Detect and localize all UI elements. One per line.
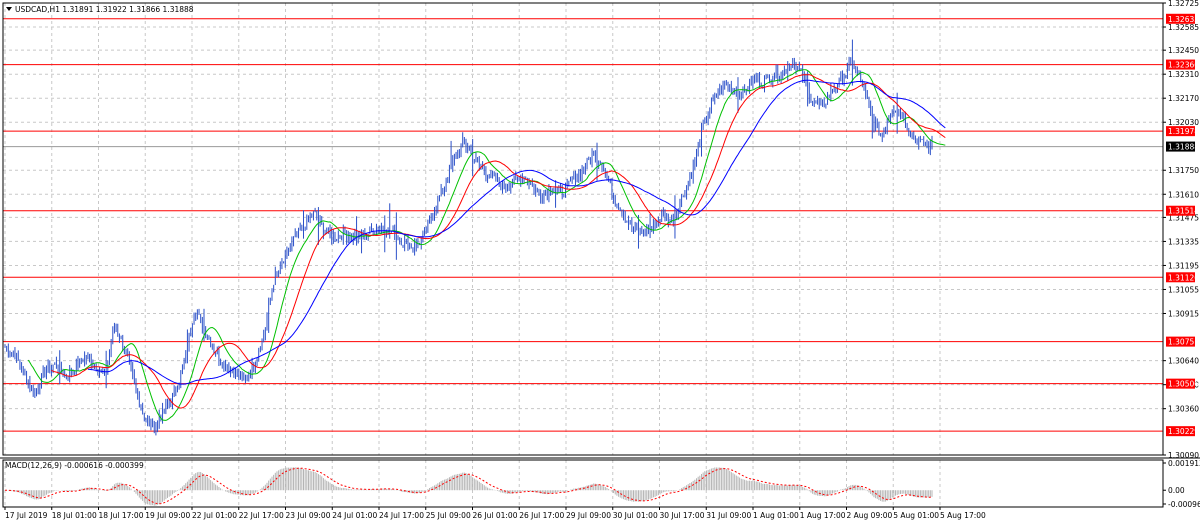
y-tick-label: 1.32310: [1168, 70, 1199, 79]
x-tick-label: 24 Jul 01:00: [332, 511, 377, 520]
macd-label: MACD(12,26,9) -0.000616 -0.000399: [5, 461, 144, 470]
y-tick-label: 1.31610: [1168, 190, 1199, 199]
y-tick-label: 1.31335: [1168, 237, 1199, 246]
level-label: 1.32366: [1168, 61, 1199, 70]
level-label: 1.31978: [1168, 127, 1199, 136]
symbol-ohlc-header: USDCAD,H1 1.31891 1.31922 1.31866 1.3188…: [15, 5, 194, 14]
level-label: 1.30506: [1168, 380, 1199, 389]
y-tick-label: 1.30915: [1168, 309, 1199, 318]
x-tick-label: 19 Jul 09:00: [145, 511, 190, 520]
y-tick-label: 1.32725: [1168, 0, 1199, 8]
y-tick-label: 1.32170: [1168, 94, 1199, 103]
x-tick-label: 18 Jul 01:00: [52, 511, 97, 520]
x-tick-label: 5 Aug 01:00: [893, 511, 939, 520]
x-tick-label: 26 Jul 01:00: [473, 511, 518, 520]
macd-y-tick-label: -0.000968: [1168, 500, 1200, 509]
x-tick-label: 1 Aug 01:00: [753, 511, 799, 520]
x-tick-label: 30 Jul 17:00: [660, 511, 705, 520]
level-label: 1.31126: [1168, 273, 1199, 282]
chart-canvas[interactable]: 1.32725 1.32585 1.32450 1.32310 1.32170 1.320…: [0, 0, 1200, 523]
x-tick-label: 18 Jul 17:00: [99, 511, 144, 520]
level-label: 1.32633: [1168, 15, 1199, 24]
y-tick-label: 1.31195: [1168, 261, 1199, 270]
x-tick-label: 25 Jul 09:00: [426, 511, 471, 520]
y-tick-label: 1.32030: [1168, 118, 1199, 127]
x-tick-label: 22 Jul 17:00: [239, 511, 284, 520]
x-tick-label: 23 Jul 09:00: [286, 511, 331, 520]
x-tick-label: 1 Aug 17:00: [800, 511, 846, 520]
level-label: 1.30229: [1168, 427, 1199, 436]
y-tick-label: 1.32585: [1168, 23, 1199, 32]
macd-y-tick-label: 0.001913: [1168, 459, 1200, 468]
x-tick-label: 30 Jul 01:00: [613, 511, 658, 520]
y-tick-label: 1.30360: [1168, 405, 1199, 414]
x-tick-label: 24 Jul 17:00: [379, 511, 424, 520]
x-tick-label: 31 Jul 09:00: [706, 511, 751, 520]
chart-header: USDCAD,H1 1.31891 1.31922 1.31866 1.3188…: [6, 5, 194, 14]
y-tick-label: 1.30640: [1168, 357, 1199, 366]
x-tick-label: 5 Aug 17:00: [940, 511, 986, 520]
x-tick-label: 22 Jul 01:00: [192, 511, 237, 520]
level-label: 1.31514: [1168, 207, 1199, 216]
macd-y-tick-label: 0.00: [1168, 486, 1185, 495]
level-label: 1.30751: [1168, 338, 1199, 347]
y-tick-label: 1.31055: [1168, 285, 1199, 294]
current-price-label: 1.31888: [1168, 143, 1199, 152]
x-tick-label: 29 Jul 09:00: [566, 511, 611, 520]
y-tick-label: 1.31750: [1168, 166, 1199, 175]
y-tick-label: 1.32450: [1168, 46, 1199, 55]
x-tick-label: 17 Jul 2019: [5, 511, 48, 520]
x-tick-label: 26 Jul 17:00: [519, 511, 564, 520]
x-tick-label: 2 Aug 09:00: [847, 511, 893, 520]
chart-window: 1.32725 1.32585 1.32450 1.32310 1.32170 1.320…: [0, 0, 1200, 523]
